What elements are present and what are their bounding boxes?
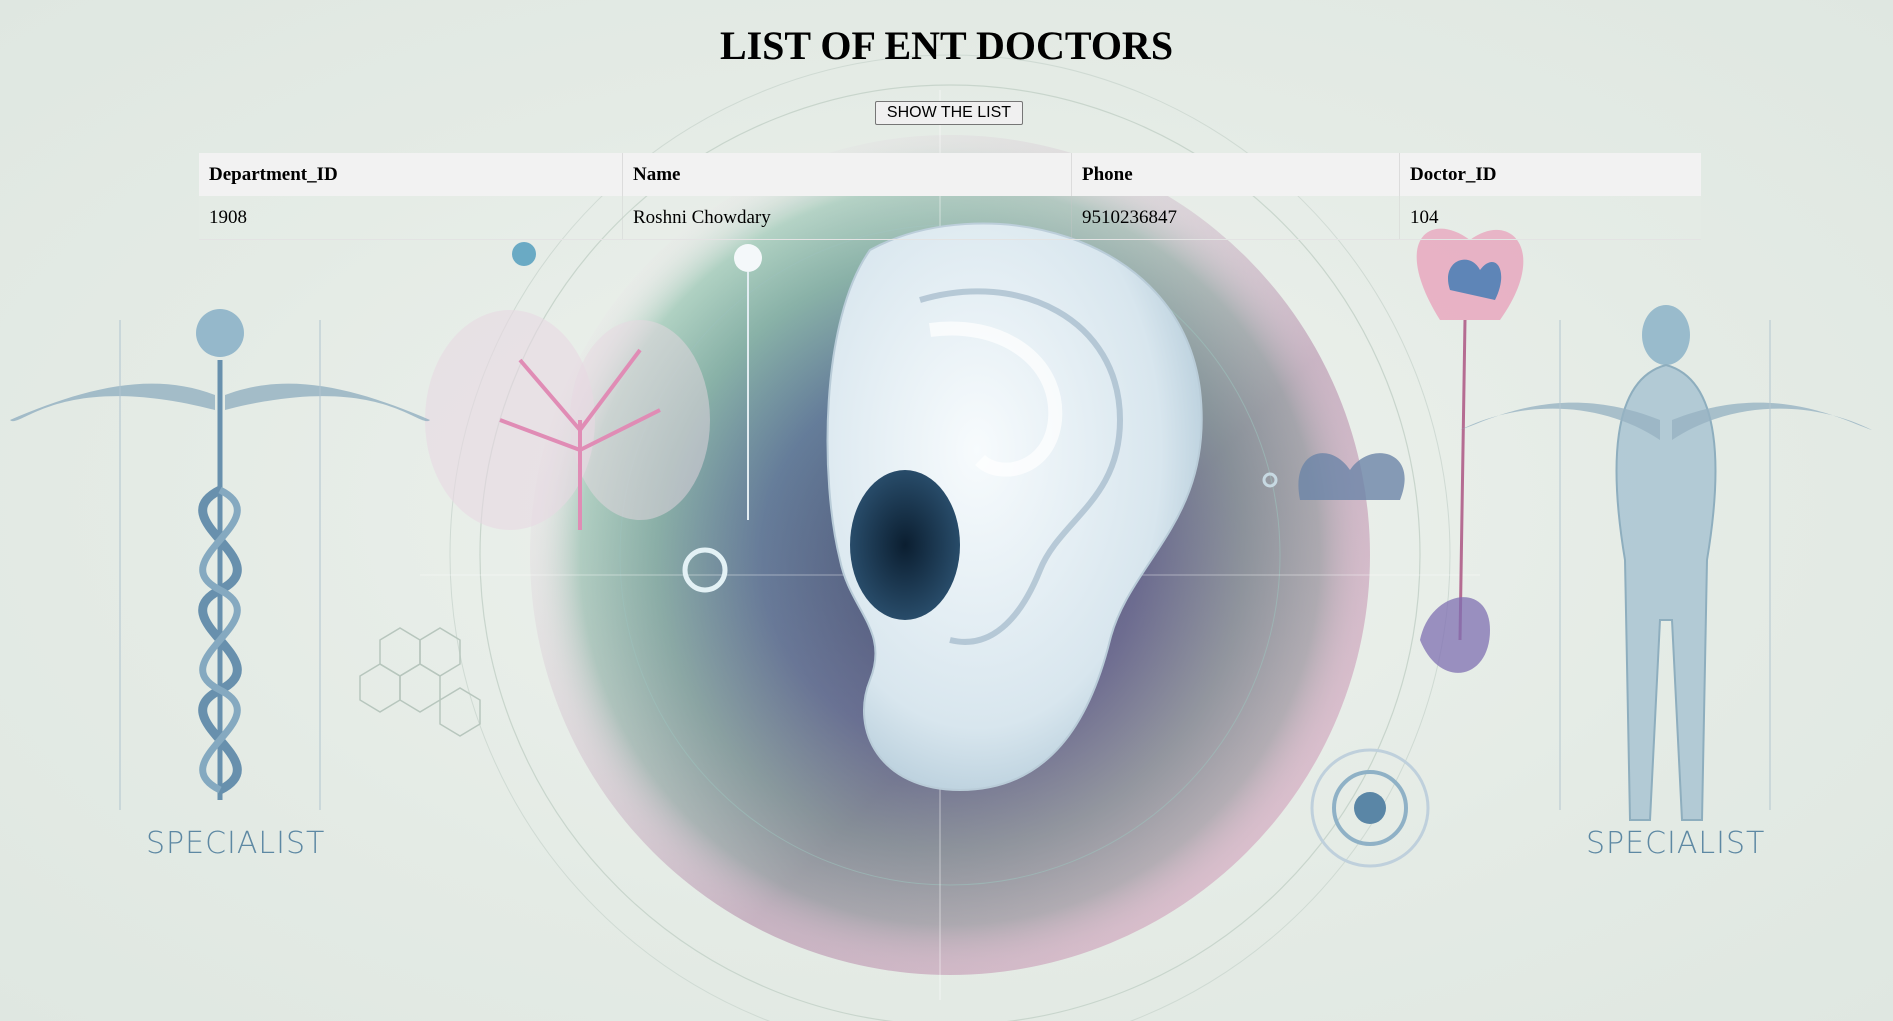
column-header-name: Name <box>622 153 1072 196</box>
column-header-department-id: Department_ID <box>199 153 623 196</box>
cell-department-id: 1908 <box>199 196 623 240</box>
table-row: 1908 Roshni Chowdary 9510236847 104 <box>199 196 1701 240</box>
cell-name: Roshni Chowdary <box>622 196 1072 240</box>
table-header-row: Department_ID Name Phone Doctor_ID <box>199 153 1701 196</box>
cell-doctor-id: 104 <box>1399 196 1701 240</box>
specialist-caption-right: SPECIALIST <box>1586 826 1766 861</box>
cell-phone: 9510236847 <box>1071 196 1400 240</box>
page-title: LIST OF ENT DOCTORS <box>719 23 1174 68</box>
column-header-doctor-id: Doctor_ID <box>1399 153 1701 196</box>
specialist-caption-left: SPECIALIST <box>146 826 326 861</box>
show-list-button[interactable]: SHOW THE LIST <box>875 101 1023 125</box>
column-header-phone: Phone <box>1071 153 1400 196</box>
doctor-table: Department_ID Name Phone Doctor_ID 1908 … <box>199 153 1701 240</box>
